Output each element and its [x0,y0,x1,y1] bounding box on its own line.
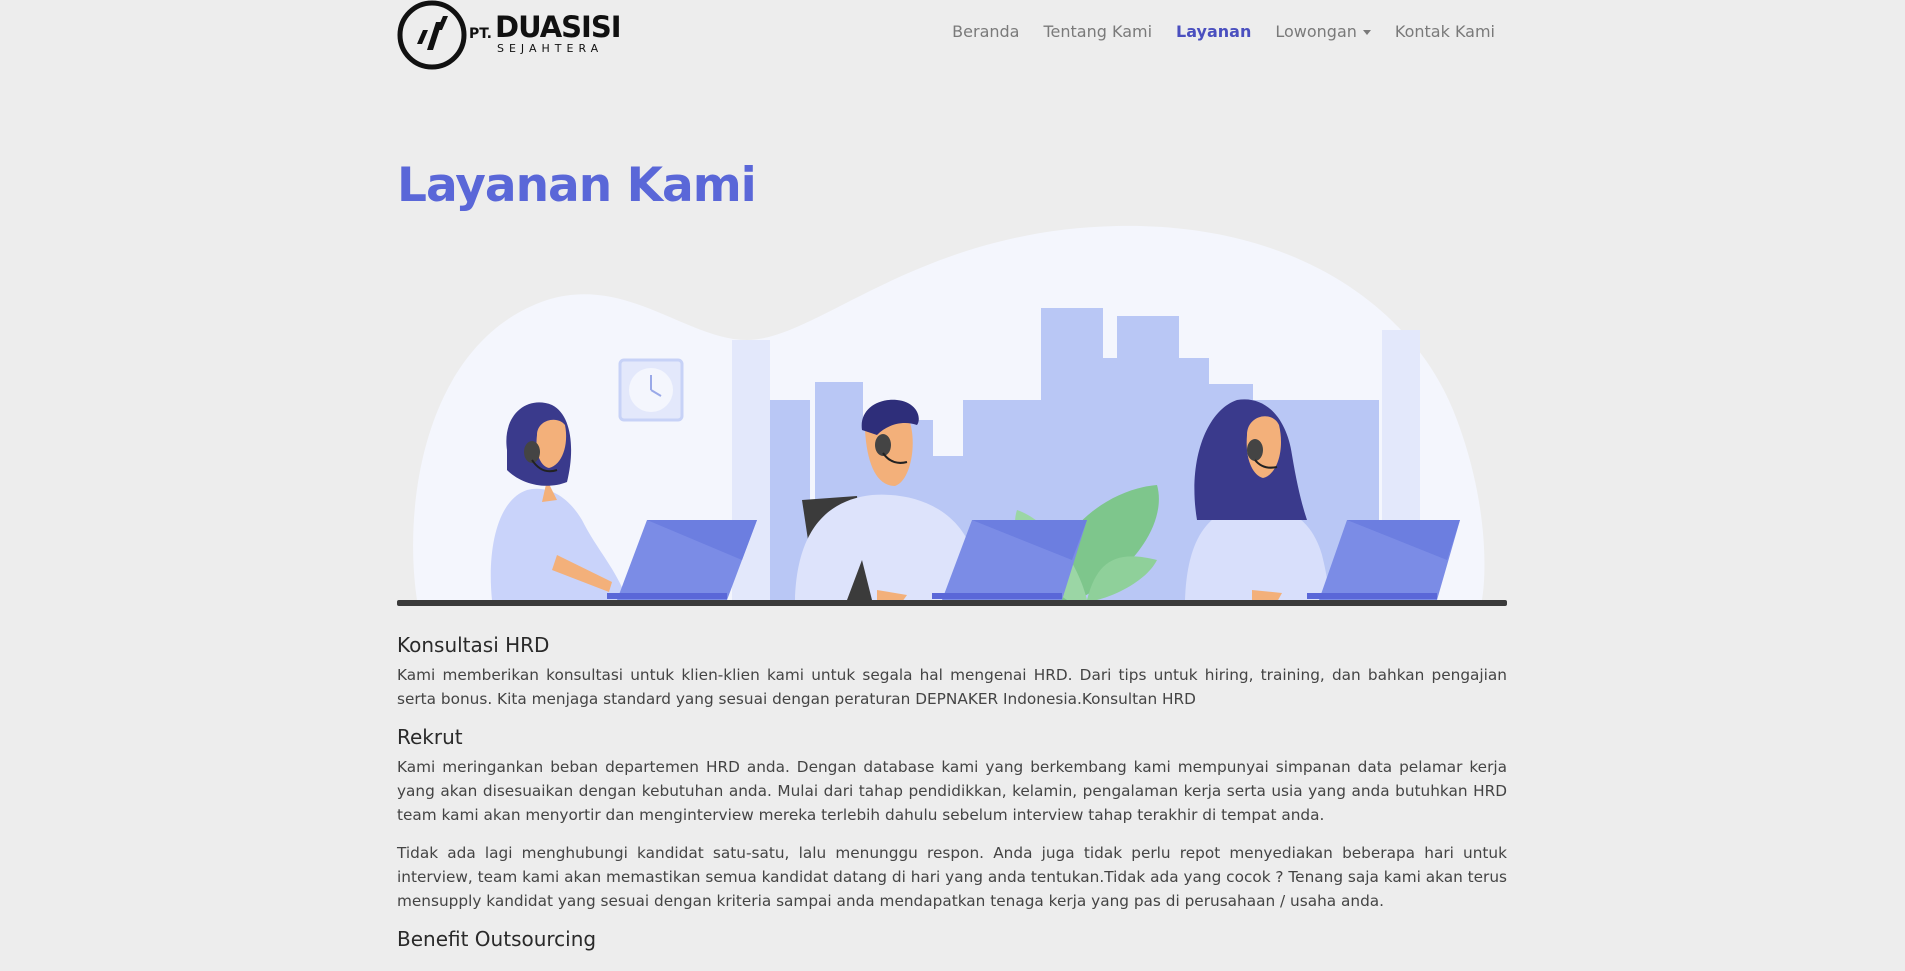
nav-item-kontak-kami[interactable]: Kontak Kami [1383,22,1507,41]
section-text-rekrut-1: Kami meringankan beban departemen HRD an… [397,758,1507,824]
nav-item-beranda[interactable]: Beranda [940,22,1031,41]
section-heading-konsultasi-hrd: Konsultasi HRD [397,633,550,657]
main-nav: Beranda Tentang Kami Layanan Lowongan Ko… [940,22,1507,41]
services-content: Konsultasi HRD Kami memberikan konsultas… [397,633,1507,957]
logo-mark-icon [397,0,467,70]
logo-name: DUASISI [495,10,622,44]
section-text-rekrut-2: Tidak ada lagi menghubungi kandidat satu… [397,844,1507,910]
page-container: PT. DUASISI SEJAHTERA Beranda Tentang Ka… [397,0,1507,951]
nav-item-tentang-kami[interactable]: Tentang Kami [1031,22,1164,41]
chevron-down-icon [1362,30,1371,35]
desk-line [397,600,1507,606]
logo-subtitle: SEJAHTERA [497,42,604,55]
nav-item-lowongan-label: Lowongan [1275,22,1357,41]
section-heading-benefit-outsourcing: Benefit Outsourcing [397,927,597,951]
nav-item-lowongan[interactable]: Lowongan [1263,22,1383,41]
section-heading-rekrut: Rekrut [397,725,463,749]
section-text-konsultasi-hrd: Kami memberikan konsultasi untuk klien-k… [397,666,1507,708]
navbar: PT. DUASISI SEJAHTERA Beranda Tentang Ka… [397,0,1507,70]
brand-logo[interactable]: PT. DUASISI SEJAHTERA [397,0,627,70]
clock-icon [618,358,684,422]
logo-pt: PT. [469,26,493,42]
nav-item-layanan[interactable]: Layanan [1164,22,1263,41]
hero-illustration [413,225,1485,602]
page-title: Layanan Kami [397,158,757,213]
